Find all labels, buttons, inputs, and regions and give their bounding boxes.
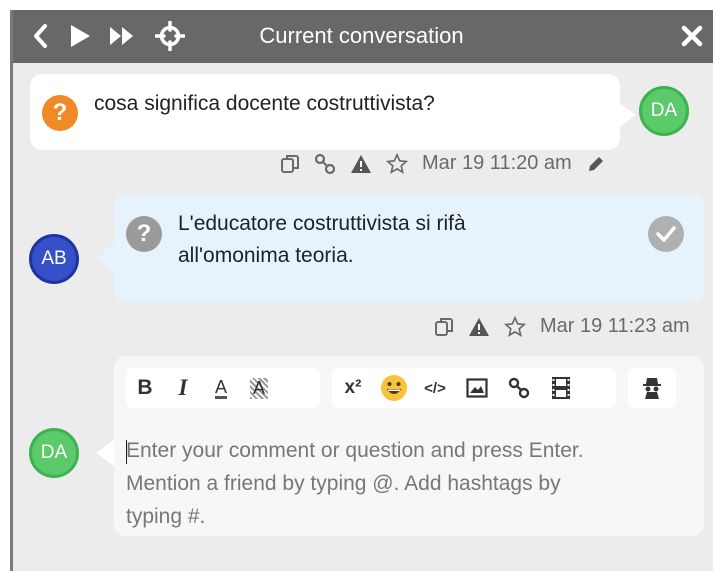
anonymous-button[interactable] <box>633 368 671 408</box>
film-icon <box>552 377 570 399</box>
edit-button[interactable] <box>586 154 606 174</box>
message-meta-1: Mar 19 11:20 am <box>280 152 606 175</box>
bubble-tail <box>96 244 114 272</box>
image-icon <box>466 378 488 398</box>
question-icon: ? <box>42 95 78 131</box>
question-icon: ? <box>126 216 162 252</box>
emoji-button[interactable] <box>374 368 414 408</box>
star-icon <box>386 152 408 174</box>
emoji-icon <box>381 375 407 401</box>
insert-toolbar: x² </> <box>332 368 616 408</box>
message-text: L'educatore costruttivista si rifà all'o… <box>178 212 466 267</box>
link-button[interactable] <box>498 368 540 408</box>
bubble-tail <box>96 440 114 466</box>
video-button[interactable] <box>540 368 582 408</box>
link-icon <box>508 377 530 399</box>
message-bubble-reply: ? L'educatore costruttivista si rifà all… <box>114 194 704 302</box>
report-button[interactable] <box>468 317 490 337</box>
italic-button[interactable]: I <box>164 368 202 408</box>
star-icon <box>504 315 526 337</box>
text-format-toolbar: B I A A <box>126 368 320 408</box>
copy-button[interactable] <box>434 316 454 338</box>
comment-composer: B I A A x² </> Enter your comment or que… <box>114 356 704 536</box>
message-meta-2: Mar 19 11:23 am <box>434 315 690 338</box>
avatar-ab[interactable]: AB <box>29 234 79 284</box>
superscript-button[interactable]: x² <box>332 368 374 408</box>
report-button[interactable] <box>350 154 372 174</box>
accept-answer-button[interactable] <box>648 216 684 252</box>
checkmark-icon <box>656 226 676 242</box>
message-timestamp: Mar 19 11:23 am <box>540 315 690 337</box>
message-bubble-question: ? cosa significa docente costruttivista? <box>30 74 620 150</box>
copy-button[interactable] <box>280 153 300 175</box>
font-color-button[interactable]: A <box>202 368 240 408</box>
favorite-button[interactable] <box>386 152 408 175</box>
bubble-tail <box>618 102 636 128</box>
message-text: cosa significa docente costruttivista? <box>94 92 435 115</box>
warning-icon <box>351 154 371 173</box>
message-timestamp: Mar 19 11:20 am <box>422 152 572 174</box>
header-bar: Current conversation <box>10 10 713 63</box>
copy-icon <box>281 154 299 173</box>
panel-title: Current conversation <box>259 23 464 48</box>
code-button[interactable]: </> <box>414 368 456 408</box>
conversation-panel: Current conversation ? cosa significa do… <box>10 10 713 571</box>
link-button[interactable] <box>314 153 336 175</box>
link-icon <box>314 153 336 174</box>
close-button[interactable] <box>676 20 708 52</box>
bold-button[interactable]: B <box>126 368 164 408</box>
image-button[interactable] <box>456 368 498 408</box>
spy-icon <box>643 378 661 399</box>
pencil-icon <box>588 156 603 171</box>
comment-input[interactable]: Enter your comment or question and press… <box>126 434 584 533</box>
warning-icon <box>469 317 489 336</box>
copy-icon <box>435 317 453 336</box>
avatar-da[interactable]: DA <box>639 86 689 136</box>
close-icon <box>681 25 703 47</box>
favorite-button[interactable] <box>504 315 526 338</box>
avatar-da-composer[interactable]: DA <box>29 428 79 478</box>
window-left-border <box>10 10 13 571</box>
highlight-button[interactable]: A <box>240 368 278 408</box>
anonymous-toolbar <box>628 368 676 408</box>
